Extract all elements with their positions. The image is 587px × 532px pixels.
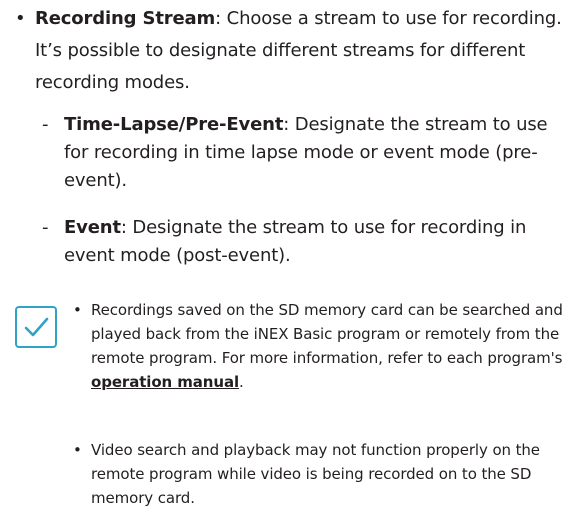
recording-stream-item: • Recording Stream: Choose a stream to u… (15, 3, 575, 99)
sub-item-term: Time-Lapse/Pre-Event (64, 114, 284, 135)
dash: - (42, 114, 49, 135)
sub-item: - Time-Lapse/Pre-Event: Designate the st… (42, 111, 572, 195)
dash: - (42, 217, 49, 238)
sub-item-text: Time-Lapse/Pre-Event: Designate the stre… (64, 111, 572, 195)
sub-item-time-lapse: - Time-Lapse/Pre-Event: Designate the st… (42, 111, 572, 195)
sub-item-event: - Event: Designate the stream to use for… (42, 214, 572, 270)
sub-item-description: : Designate the stream to use for record… (64, 217, 527, 266)
bullet: • (73, 441, 82, 459)
note-item-video-search: • Video search and playback may not func… (73, 438, 573, 510)
bullet: • (73, 301, 82, 319)
recording-stream-text: Recording Stream: Choose a stream to use… (35, 3, 575, 99)
note-text-after: . (239, 373, 244, 391)
manual-page: • Recording Stream: Choose a stream to u… (0, 0, 587, 532)
bullet: • (15, 8, 26, 29)
note-text-before: Recordings saved on the SD memory card c… (91, 301, 563, 367)
operation-manual-link[interactable]: operation manual (91, 373, 239, 391)
note-text: Recordings saved on the SD memory card c… (91, 298, 573, 394)
note-item: • Recordings saved on the SD memory card… (73, 298, 573, 394)
recording-stream-term: Recording Stream (35, 8, 216, 29)
checkmark-icon (15, 306, 57, 348)
note-item-recordings: • Recordings saved on the SD memory card… (73, 298, 573, 394)
sub-item: - Event: Designate the stream to use for… (42, 214, 572, 270)
sub-item-text: Event: Designate the stream to use for r… (64, 214, 572, 270)
sub-item-term: Event (64, 217, 121, 238)
note-text: Video search and playback may not functi… (91, 441, 540, 507)
note-item: • Video search and playback may not func… (73, 438, 573, 510)
